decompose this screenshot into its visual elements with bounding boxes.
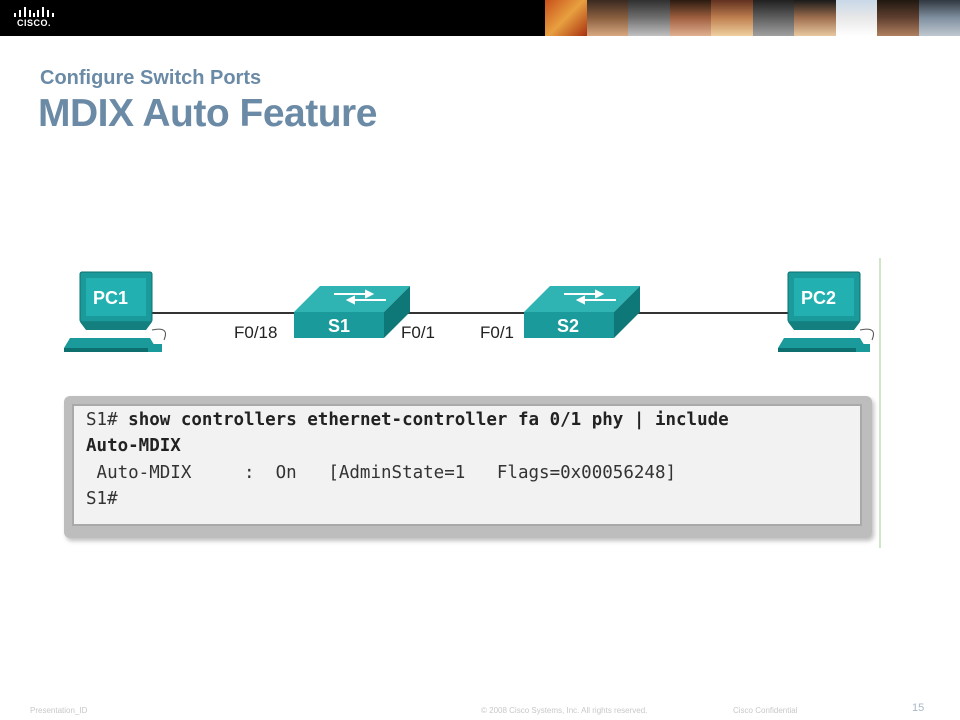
port-label-s1-f0-1: F0/1	[401, 323, 436, 342]
pc1-label: PC1	[93, 288, 129, 308]
cli-line-2: Auto-MDIX	[86, 436, 181, 456]
footer-presentation-id: Presentation_ID	[30, 706, 88, 715]
pc2-icon[interactable]	[778, 271, 874, 352]
s2-switch-icon[interactable]	[524, 286, 640, 338]
s2-label: S2	[557, 316, 580, 336]
footer-confidential: Cisco Confidential	[733, 706, 798, 715]
s1-label: S1	[328, 316, 351, 336]
cli-line-3: Auto-MDIX : On [AdminState=1 Flags=0x000…	[86, 463, 677, 483]
cli-terminal: S1# show controllers ethernet-controller…	[72, 404, 862, 526]
cli-command: show controllers ethernet-controller fa …	[128, 410, 729, 430]
pc2-label: PC2	[801, 288, 837, 308]
cli-prompt: S1#	[86, 410, 129, 430]
pc1-icon[interactable]	[64, 271, 166, 352]
cli-command-cont: Auto-MDIX	[86, 436, 181, 456]
cli-line-1: S1# show controllers ethernet-controller…	[86, 410, 729, 430]
network-topology	[64, 271, 874, 352]
cli-output-panel: S1# show controllers ethernet-controller…	[64, 396, 872, 538]
page-number: 15	[912, 702, 925, 714]
footer-copyright: © 2008 Cisco Systems, Inc. All rights re…	[481, 706, 648, 715]
s1-switch-icon[interactable]	[294, 286, 410, 338]
port-label-s2-f0-1: F0/1	[480, 323, 515, 342]
cli-line-4: S1#	[86, 489, 118, 509]
port-label-s1-f0-18: F0/18	[234, 323, 278, 342]
